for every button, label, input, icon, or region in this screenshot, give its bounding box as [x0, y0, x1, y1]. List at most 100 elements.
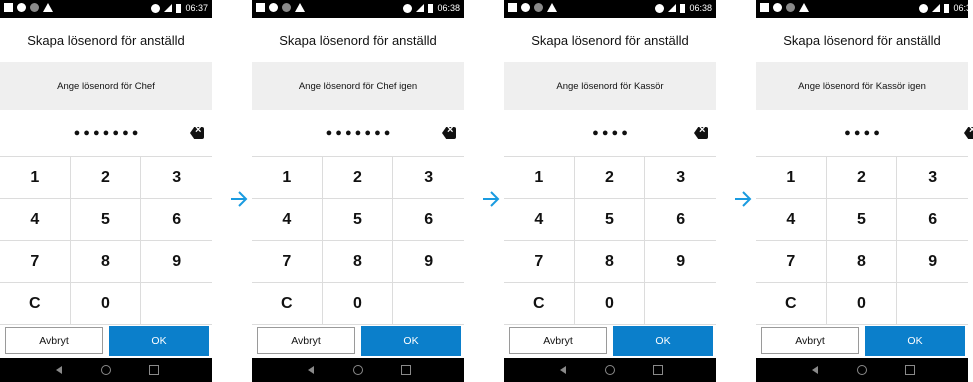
key-1[interactable]: 1 — [252, 157, 323, 199]
ok-button[interactable]: OK — [361, 326, 461, 356]
key-empty — [141, 283, 212, 325]
nav-home-icon[interactable] — [101, 365, 111, 375]
key-1[interactable]: 1 — [504, 157, 575, 199]
action-bar: Avbryt OK — [504, 326, 716, 356]
key-clear[interactable]: C — [504, 283, 575, 325]
sync-icon — [919, 3, 929, 13]
cancel-button[interactable]: Avbryt — [761, 327, 859, 354]
nav-back-icon[interactable] — [308, 366, 314, 374]
key-4[interactable]: 4 — [252, 199, 323, 241]
key-clear[interactable]: C — [0, 283, 71, 325]
warning-icon — [799, 3, 809, 12]
key-8[interactable]: 8 — [574, 241, 646, 283]
nav-back-icon[interactable] — [812, 366, 818, 374]
pin-dots: ● ● ● ● ● ● ● — [73, 127, 139, 139]
nav-recent-icon[interactable] — [905, 365, 915, 375]
arrow-right-icon — [734, 189, 752, 209]
key-9[interactable]: 9 — [645, 241, 716, 283]
key-4[interactable]: 4 — [0, 199, 71, 241]
key-6[interactable]: 6 — [645, 199, 716, 241]
key-9[interactable]: 9 — [141, 241, 212, 283]
sync-icon — [151, 3, 161, 13]
key-0[interactable]: 0 — [70, 283, 142, 325]
key-8[interactable]: 8 — [70, 241, 142, 283]
key-clear[interactable]: C — [756, 283, 827, 325]
key-1[interactable]: 1 — [756, 157, 827, 199]
nav-recent-icon[interactable] — [653, 365, 663, 375]
pin-entry-row: ● ● ● ● — [756, 110, 973, 156]
navigation-bar — [0, 358, 212, 382]
key-7[interactable]: 7 — [252, 241, 323, 283]
key-4[interactable]: 4 — [756, 199, 827, 241]
cancel-button[interactable]: Avbryt — [257, 327, 355, 354]
key-8[interactable]: 8 — [826, 241, 898, 283]
arrow-right-icon — [230, 189, 248, 209]
key-0[interactable]: 0 — [574, 283, 646, 325]
warning-icon — [547, 3, 557, 12]
phone-screen-1: 06:37 Skapa lösenord för anställd Ange l… — [0, 0, 212, 382]
key-9[interactable]: 9 — [393, 241, 464, 283]
pin-entry-row: ● ● ● ● ● ● ● — [0, 110, 212, 156]
password-prompt: Ange lösenord för Chef igen — [252, 62, 464, 110]
key-5[interactable]: 5 — [826, 199, 898, 241]
nav-home-icon[interactable] — [857, 365, 867, 375]
notification-icon — [508, 3, 517, 12]
key-clear[interactable]: C — [252, 283, 323, 325]
key-9[interactable]: 9 — [897, 241, 968, 283]
key-3[interactable]: 3 — [393, 157, 464, 199]
key-7[interactable]: 7 — [504, 241, 575, 283]
key-5[interactable]: 5 — [70, 199, 142, 241]
info-icon — [773, 3, 782, 12]
key-2[interactable]: 2 — [70, 157, 142, 199]
cancel-button[interactable]: Avbryt — [509, 327, 607, 354]
key-2[interactable]: 2 — [826, 157, 898, 199]
wifi-icon — [416, 4, 425, 12]
info-icon — [521, 3, 530, 12]
key-2[interactable]: 2 — [322, 157, 394, 199]
key-2[interactable]: 2 — [574, 157, 646, 199]
page-title: Skapa lösenord för anställd — [504, 18, 716, 62]
key-8[interactable]: 8 — [322, 241, 394, 283]
key-1[interactable]: 1 — [0, 157, 71, 199]
key-3[interactable]: 3 — [897, 157, 968, 199]
key-4[interactable]: 4 — [504, 199, 575, 241]
nav-home-icon[interactable] — [353, 365, 363, 375]
nav-home-icon[interactable] — [605, 365, 615, 375]
key-0[interactable]: 0 — [322, 283, 394, 325]
key-6[interactable]: 6 — [393, 199, 464, 241]
status-dot-icon — [786, 3, 795, 12]
ok-button[interactable]: OK — [109, 326, 209, 356]
cancel-button[interactable]: Avbryt — [5, 327, 103, 354]
warning-icon — [295, 3, 305, 12]
key-empty — [393, 283, 464, 325]
sync-icon — [655, 3, 665, 13]
key-0[interactable]: 0 — [826, 283, 898, 325]
key-7[interactable]: 7 — [756, 241, 827, 283]
page-title: Skapa lösenord för anställd — [756, 18, 968, 62]
nav-back-icon[interactable] — [560, 366, 566, 374]
battery-icon — [944, 3, 950, 13]
notification-icon — [760, 3, 769, 12]
nav-recent-icon[interactable] — [401, 365, 411, 375]
ok-button[interactable]: OK — [613, 326, 713, 356]
nav-back-icon[interactable] — [56, 366, 62, 374]
key-3[interactable]: 3 — [645, 157, 716, 199]
key-empty — [645, 283, 716, 325]
status-time: 06:38 — [437, 3, 460, 13]
key-6[interactable]: 6 — [141, 199, 212, 241]
pin-dots: ● ● ● ● ● ● ● — [325, 127, 391, 139]
nav-recent-icon[interactable] — [149, 365, 159, 375]
notification-icon — [256, 3, 265, 12]
key-7[interactable]: 7 — [0, 241, 71, 283]
status-time: 06:3 — [953, 3, 971, 13]
page-title: Skapa lösenord för anställd — [0, 18, 212, 62]
key-6[interactable]: 6 — [897, 199, 968, 241]
navigation-bar — [252, 358, 464, 382]
status-time: 06:38 — [689, 3, 712, 13]
ok-button[interactable]: OK — [865, 326, 965, 356]
keypad: 1 2 3 4 5 6 7 8 9 C 0 — [756, 156, 968, 325]
key-5[interactable]: 5 — [574, 199, 646, 241]
key-5[interactable]: 5 — [322, 199, 394, 241]
key-3[interactable]: 3 — [141, 157, 212, 199]
warning-icon — [43, 3, 53, 12]
